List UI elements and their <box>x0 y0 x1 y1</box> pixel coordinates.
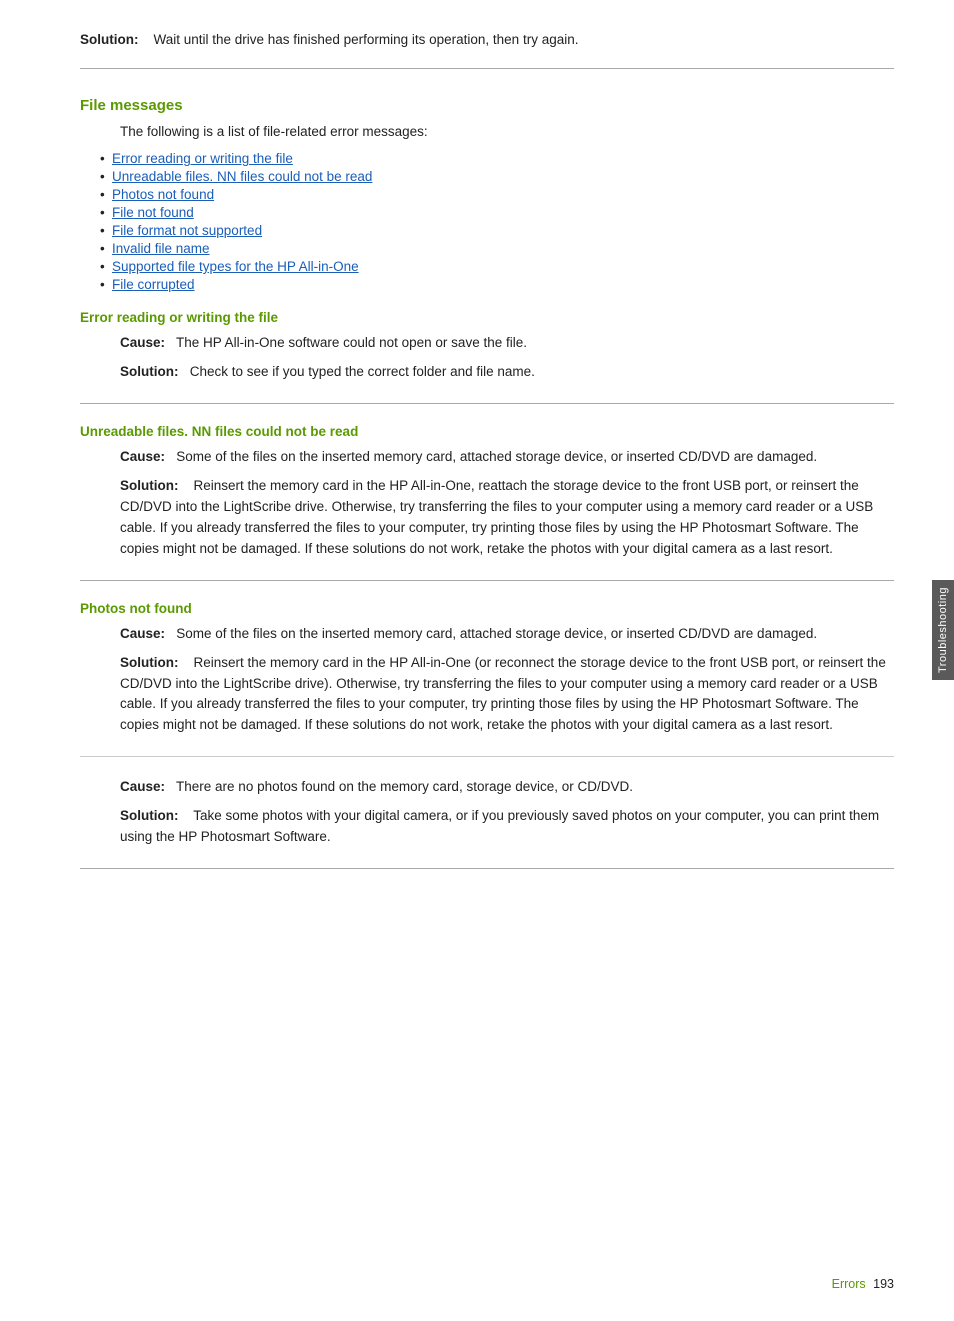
error-reading-solution-value: Check to see if you typed the correct fo… <box>190 364 535 379</box>
list-item: Unreadable files. NN files could not be … <box>100 169 894 184</box>
photos-solution2-value: Take some photos with your digital camer… <box>120 808 879 844</box>
solution-label-2: Solution: <box>120 478 178 493</box>
list-item: File not found <box>100 205 894 220</box>
error-reading-cause-text: Cause: The HP All-in-One software could … <box>120 333 894 354</box>
list-item: Invalid file name <box>100 241 894 256</box>
photos-solution1-text: Solution: Reinsert the memory card in th… <box>120 653 894 737</box>
cause-label-4: Cause: <box>120 779 165 794</box>
subsection-photos-not-found: Photos not found Cause: Some of the file… <box>80 601 894 869</box>
content-block-photos-2: Cause: There are no photos found on the … <box>80 777 894 848</box>
top-solution-value: Wait until the drive has finished perfor… <box>154 32 579 47</box>
photos-solution2-text: Solution: Take some photos with your dig… <box>120 806 894 848</box>
divider-3 <box>80 756 894 757</box>
file-messages-link-list: Error reading or writing the file Unread… <box>80 151 894 292</box>
subsection-heading-error-reading: Error reading or writing the file <box>80 310 894 325</box>
link-supported-file-types[interactable]: Supported file types for the HP All-in-O… <box>112 259 359 274</box>
content-block-error-reading-cause: Cause: The HP All-in-One software could … <box>80 333 894 383</box>
link-invalid-file-name[interactable]: Invalid file name <box>112 241 210 256</box>
error-reading-solution-text: Solution: Check to see if you typed the … <box>120 362 894 383</box>
content-block-photos: Cause: Some of the files on the inserted… <box>80 624 894 737</box>
unreadable-cause-value: Some of the files on the inserted memory… <box>176 449 817 464</box>
content-block-unreadable-cause: Cause: Some of the files on the inserted… <box>80 447 894 560</box>
page: Solution: Wait until the drive has finis… <box>0 0 954 1321</box>
link-photos-not-found[interactable]: Photos not found <box>112 187 214 202</box>
file-messages-heading: File messages <box>80 97 894 114</box>
photos-solution1-value: Reinsert the memory card in the HP All-i… <box>120 655 886 733</box>
file-messages-intro: The following is a list of file-related … <box>80 124 894 139</box>
right-tab-label: Troubleshooting <box>937 587 949 673</box>
list-item: Supported file types for the HP All-in-O… <box>100 259 894 274</box>
unreadable-solution-value: Reinsert the memory card in the HP All-i… <box>120 478 873 556</box>
link-error-reading[interactable]: Error reading or writing the file <box>112 151 293 166</box>
link-unreadable-files[interactable]: Unreadable files. NN files could not be … <box>112 169 372 184</box>
top-solution-text: Solution: Wait until the drive has finis… <box>80 30 894 50</box>
photos-cause1-value: Some of the files on the inserted memory… <box>176 626 817 641</box>
divider-4 <box>80 868 894 869</box>
list-item: File corrupted <box>100 277 894 292</box>
link-file-format-not-supported[interactable]: File format not supported <box>112 223 262 238</box>
page-footer: Errors 193 <box>828 1277 894 1291</box>
cause-label-2: Cause: <box>120 449 165 464</box>
photos-cause1-text: Cause: Some of the files on the inserted… <box>120 624 894 645</box>
unreadable-cause-text: Cause: Some of the files on the inserted… <box>120 447 894 468</box>
list-item: Photos not found <box>100 187 894 202</box>
list-item: File format not supported <box>100 223 894 238</box>
cause-label-1: Cause: <box>120 335 165 350</box>
cause-label-3: Cause: <box>120 626 165 641</box>
top-solution-label: Solution: <box>80 32 138 47</box>
subsection-heading-photos: Photos not found <box>80 601 894 616</box>
subsection-heading-unreadable: Unreadable files. NN files could not be … <box>80 424 894 439</box>
right-tab: Troubleshooting <box>932 580 954 680</box>
subsection-unreadable-files: Unreadable files. NN files could not be … <box>80 424 894 581</box>
link-file-not-found[interactable]: File not found <box>112 205 194 220</box>
footer-label: Errors <box>832 1277 866 1291</box>
list-item: Error reading or writing the file <box>100 151 894 166</box>
solution-label-4: Solution: <box>120 808 178 823</box>
divider-2 <box>80 580 894 581</box>
divider-1 <box>80 403 894 404</box>
error-reading-cause-value: The HP All-in-One software could not ope… <box>176 335 527 350</box>
footer-page-number: 193 <box>873 1277 894 1291</box>
file-messages-section: File messages The following is a list of… <box>80 97 894 292</box>
link-file-corrupted[interactable]: File corrupted <box>112 277 195 292</box>
solution-label-3: Solution: <box>120 655 178 670</box>
top-solution-block: Solution: Wait until the drive has finis… <box>80 30 894 69</box>
photos-cause2-text: Cause: There are no photos found on the … <box>120 777 894 798</box>
unreadable-solution-text: Solution: Reinsert the memory card in th… <box>120 476 894 560</box>
subsection-error-reading: Error reading or writing the file Cause:… <box>80 310 894 404</box>
photos-cause2-value: There are no photos found on the memory … <box>176 779 633 794</box>
solution-label-1: Solution: <box>120 364 178 379</box>
